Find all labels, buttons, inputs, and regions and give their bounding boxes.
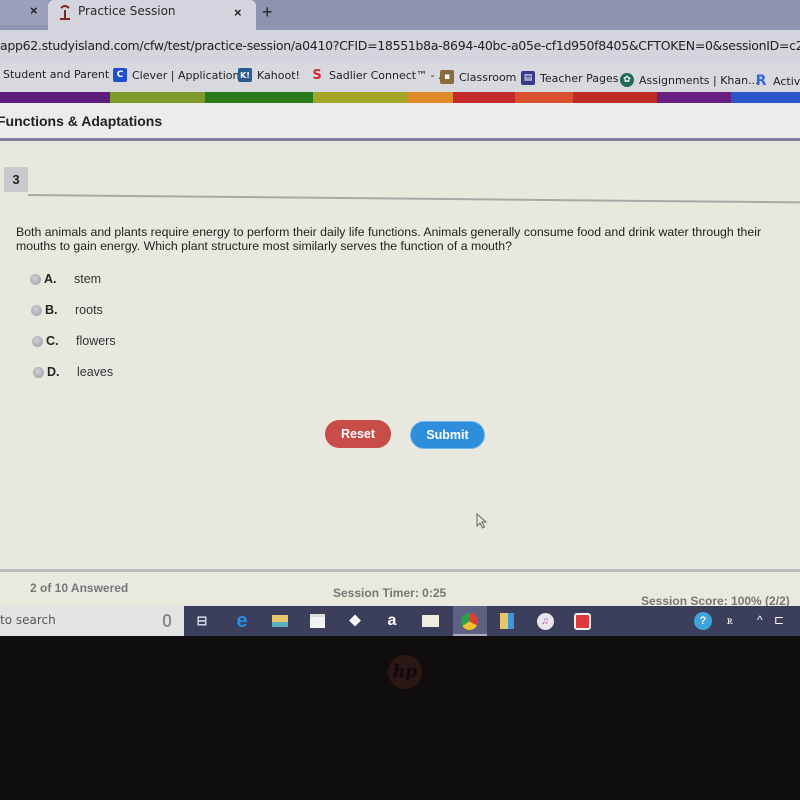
- mouse-cursor-icon: [476, 513, 488, 529]
- chevron-up-icon[interactable]: ^: [757, 613, 763, 627]
- stripe-segment: [205, 92, 313, 103]
- stripe-segment: [408, 92, 453, 103]
- tab-practice-session[interactable]: Practice Session ×: [48, 0, 256, 30]
- study-island-icon: [60, 5, 70, 20]
- kahoot-icon: K!: [238, 68, 252, 82]
- choice-letter: B.: [45, 303, 58, 317]
- bookmark-label: Classroom: [459, 70, 517, 84]
- bookmark-sadlier[interactable]: S Sadlier Connect™ - ...: [310, 67, 449, 83]
- topic-header: Functions & Adaptations: [0, 103, 800, 141]
- close-icon[interactable]: ×: [30, 3, 38, 18]
- choice-letter: C.: [46, 334, 59, 348]
- help-icon[interactable]: ?: [693, 611, 713, 631]
- submit-button[interactable]: Submit: [410, 421, 485, 449]
- choice-text: leaves: [77, 365, 114, 379]
- session-timer: Session Timer: 0:25: [333, 586, 447, 600]
- question-panel: 3 Both animals and plants require energy…: [0, 144, 800, 569]
- stripe-segment: [573, 92, 657, 103]
- search-placeholder: to search: [0, 613, 56, 627]
- clever-icon: C: [113, 68, 127, 82]
- tab-previous[interactable]: ×: [0, 0, 48, 25]
- windows-taskbar: to search ⊟ e ❖ a ♫ ? ꭱ ^ ⊏: [0, 606, 800, 636]
- bookmark-teacher-pages[interactable]: ▤ Teacher Pages: [521, 71, 619, 85]
- radio-button[interactable]: [30, 273, 41, 285]
- teacher-pages-icon: ▤: [521, 71, 535, 85]
- choice-text: roots: [75, 303, 103, 317]
- edge-icon[interactable]: e: [232, 610, 252, 632]
- bookmark-label: Assignments | Khan...: [639, 73, 759, 87]
- tablet-icon[interactable]: ⊏: [774, 613, 784, 627]
- stripe-segment: [453, 92, 515, 103]
- bookmark-label: Student and Parent ...: [3, 68, 124, 81]
- microphone-icon[interactable]: [163, 614, 171, 627]
- screen: × Practice Session × + app62.studyisland…: [0, 0, 800, 636]
- mail-icon[interactable]: [420, 611, 440, 631]
- bookmark-label: Teacher Pages: [540, 71, 619, 85]
- choice-letter: A.: [44, 272, 57, 286]
- bookmark-label: Active: [773, 74, 800, 88]
- color-stripe: [0, 92, 800, 103]
- khan-academy-icon: ✿: [620, 73, 634, 87]
- itunes-icon[interactable]: ♫: [535, 611, 555, 631]
- people-icon[interactable]: ꭱ: [727, 613, 733, 628]
- tab-strip: × Practice Session × +: [0, 0, 800, 30]
- bookmark-khan-academy[interactable]: ✿ Assignments | Khan...: [620, 73, 759, 87]
- bookmark-label: Clever | Applications: [132, 68, 246, 82]
- taskbar-search-box[interactable]: to search: [0, 606, 184, 636]
- new-tab-button[interactable]: +: [262, 2, 273, 23]
- bookmark-clever[interactable]: C Clever | Applications: [113, 68, 245, 82]
- choice-letter: D.: [47, 365, 60, 379]
- sadlier-icon: S: [312, 67, 322, 83]
- bookmarks-bar: Student and Parent ... C Clever | Applic…: [0, 62, 800, 92]
- task-view-icon[interactable]: ⊟: [192, 611, 212, 631]
- file-explorer-icon[interactable]: [270, 611, 290, 631]
- session-status-bar: 2 of 10 Answered Session Timer: 0:25 Ses…: [0, 569, 800, 609]
- bookmark-classroom[interactable]: ▪ Classroom: [440, 70, 516, 84]
- choice-b[interactable]: B. roots: [31, 303, 103, 317]
- choice-a[interactable]: A. stem: [30, 272, 101, 286]
- reset-button[interactable]: Reset: [325, 420, 391, 448]
- stripe-segment: [313, 92, 408, 103]
- question-number: 3: [4, 167, 28, 192]
- bookmark-label: Kahoot!: [257, 68, 300, 82]
- address-bar[interactable]: app62.studyisland.com/cfw/test/practice-…: [0, 30, 800, 62]
- stripe-segment: [731, 92, 800, 103]
- hp-logo: hp: [388, 655, 422, 689]
- bookmark-kahoot[interactable]: K! Kahoot!: [238, 68, 300, 82]
- stripe-segment: [515, 92, 573, 103]
- amazon-icon[interactable]: a: [382, 611, 402, 631]
- choice-d[interactable]: D. leaves: [33, 365, 113, 379]
- choice-c[interactable]: C. flowers: [32, 334, 116, 348]
- page-title: Functions & Adaptations: [0, 113, 163, 129]
- bookmark-student-and-parent[interactable]: Student and Parent ...: [3, 68, 123, 81]
- radio-button[interactable]: [31, 304, 42, 316]
- radio-button[interactable]: [32, 335, 43, 347]
- stripe-segment: [110, 92, 205, 103]
- chrome-icon[interactable]: [459, 611, 479, 631]
- trend-micro-icon[interactable]: [572, 611, 592, 631]
- answered-count: 2 of 10 Answered: [30, 581, 129, 595]
- close-icon[interactable]: ×: [234, 5, 242, 20]
- stripe-segment: [657, 92, 731, 103]
- active-icon: R: [755, 73, 767, 89]
- tab-title: Practice Session: [78, 4, 176, 18]
- choice-text: stem: [74, 272, 102, 286]
- dropbox-icon[interactable]: ❖: [345, 611, 365, 631]
- store-icon[interactable]: [307, 611, 327, 631]
- bookmark-label: Sadlier Connect™ - ...: [329, 68, 449, 82]
- onedrive-icon[interactable]: [497, 611, 517, 631]
- url-text[interactable]: app62.studyisland.com/cfw/test/practice-…: [0, 38, 800, 53]
- divider: [27, 194, 800, 204]
- question-text: Both animals and plants require energy t…: [16, 225, 762, 253]
- classroom-icon: ▪: [440, 70, 454, 84]
- bookmark-active[interactable]: R Active: [754, 73, 800, 89]
- choice-text: flowers: [76, 334, 116, 348]
- radio-button[interactable]: [33, 366, 44, 378]
- stripe-segment: [0, 92, 110, 103]
